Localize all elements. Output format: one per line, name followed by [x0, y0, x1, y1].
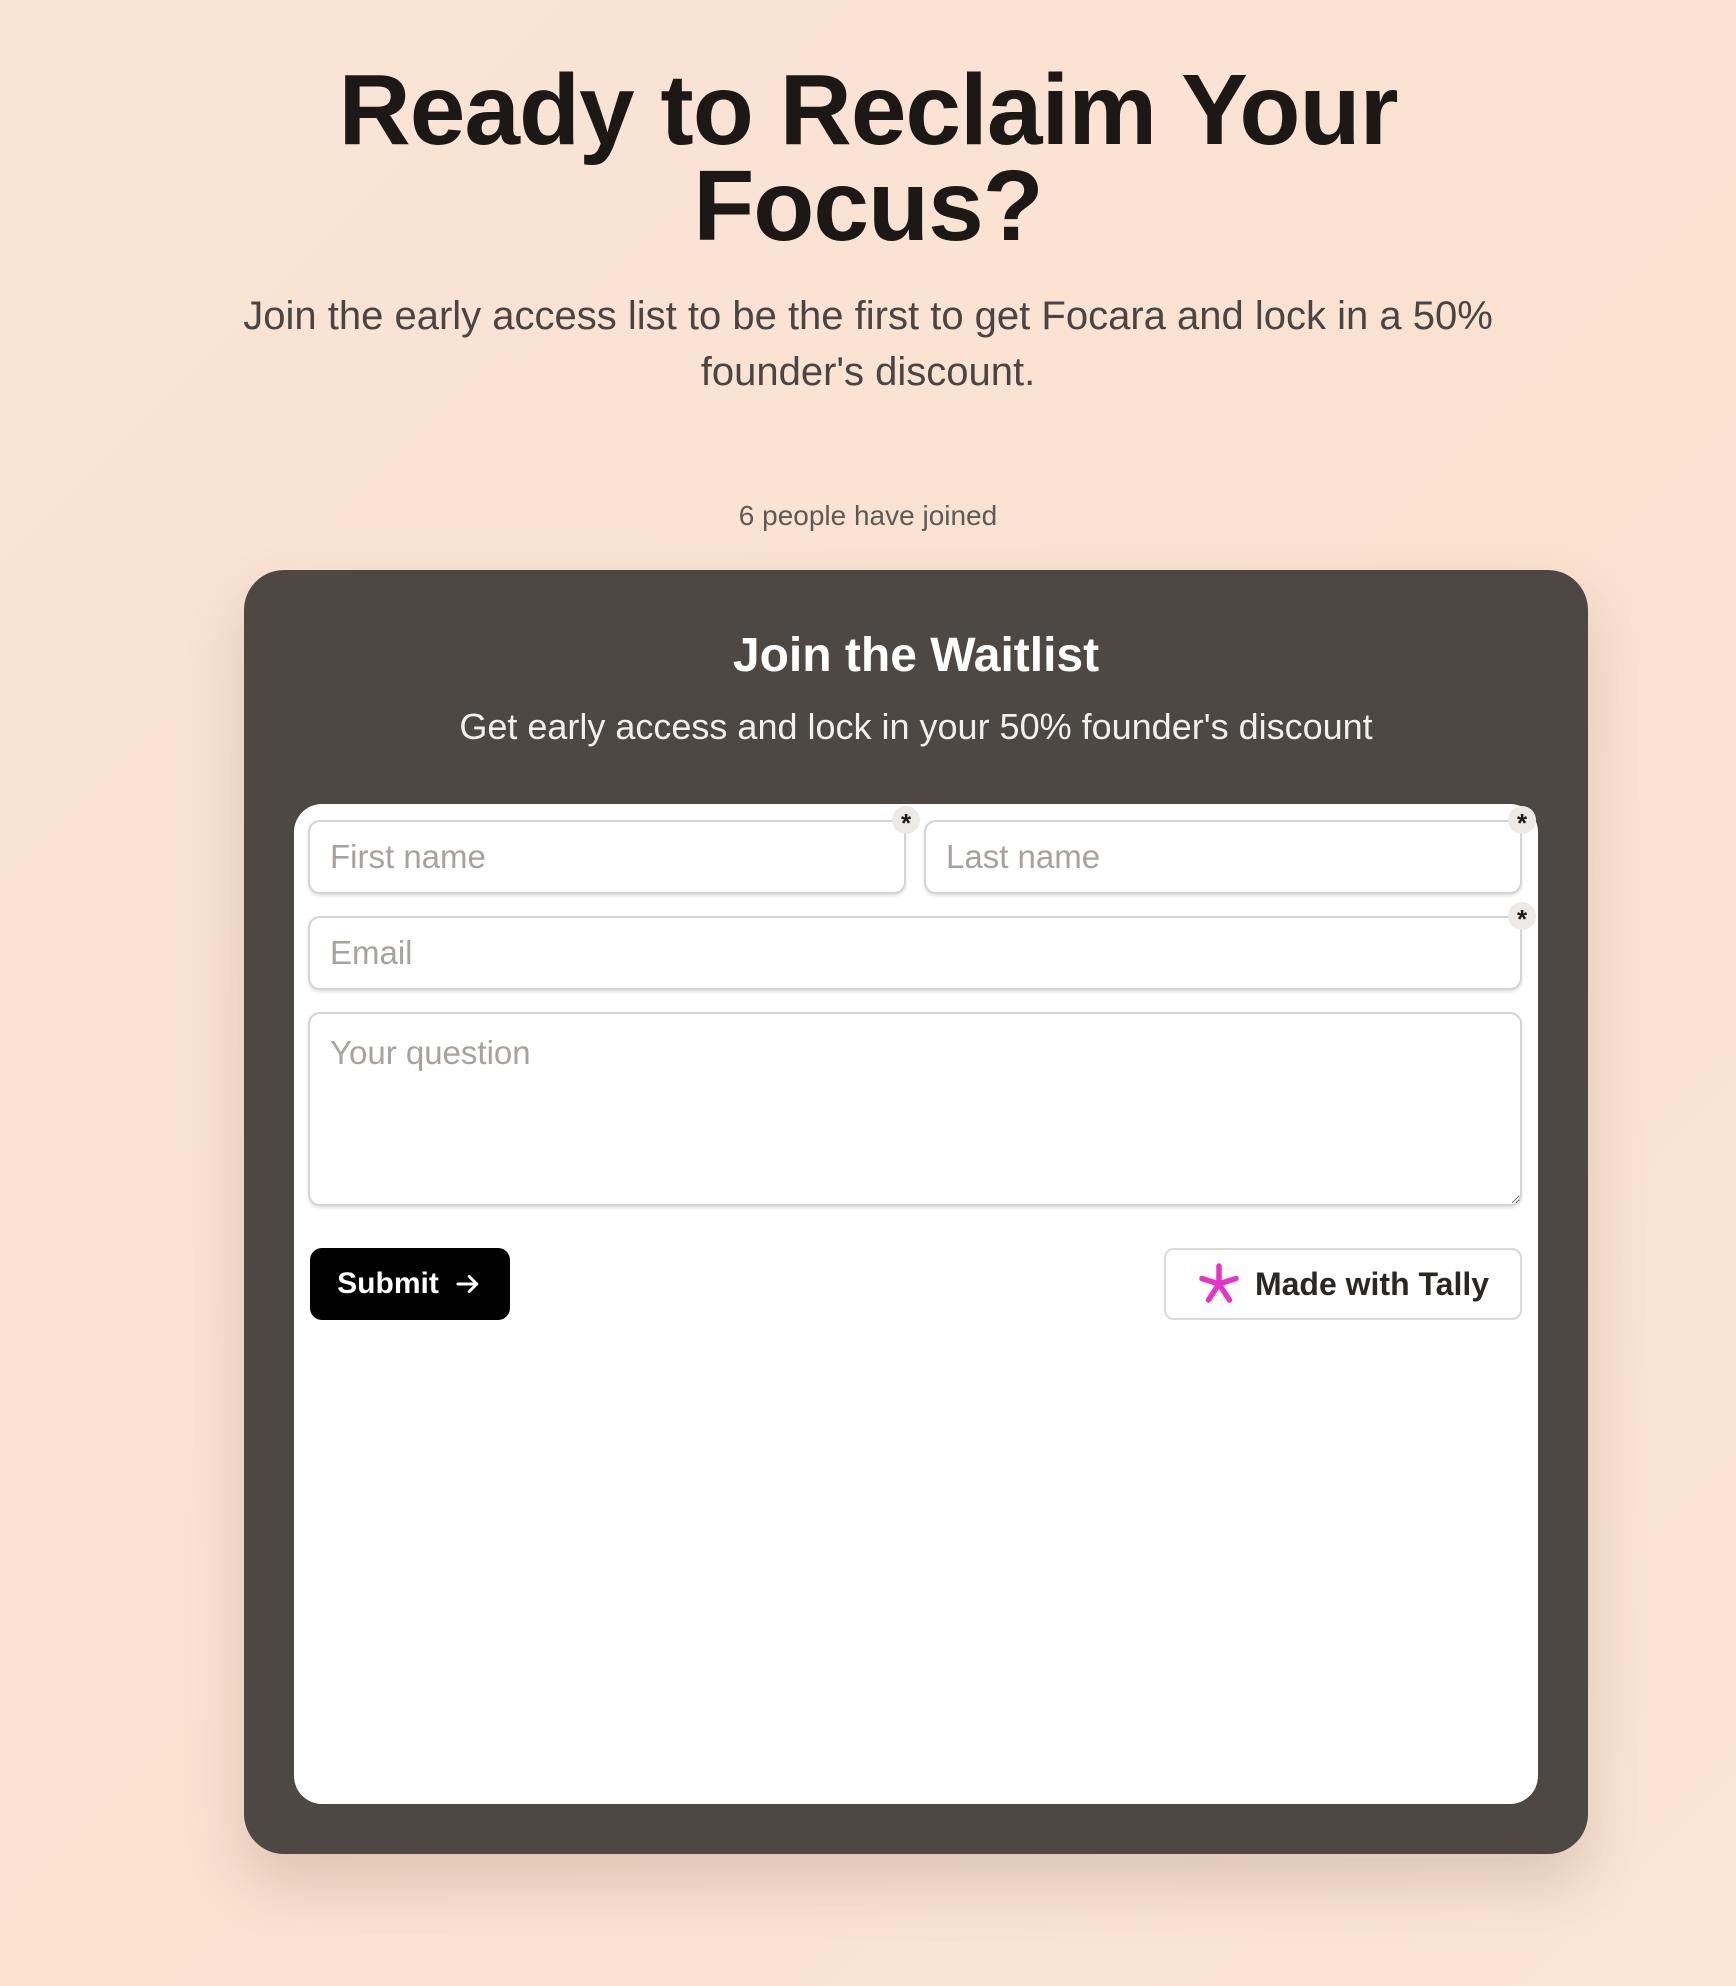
last-name-input[interactable]: [924, 820, 1522, 894]
waitlist-card: Join the Waitlist Get early access and l…: [244, 570, 1588, 1854]
page-title: Ready to Reclaim Your Focus?: [338, 54, 1399, 262]
waitlist-form: * * * Submit Made with Tal: [294, 804, 1538, 1804]
page-subtitle: Join the early access list to be the fir…: [243, 294, 1493, 394]
joined-counter: 6 people have joined: [738, 500, 998, 531]
waitlist-title: Join the Waitlist: [732, 629, 1100, 682]
email-input[interactable]: [308, 916, 1522, 990]
required-marker: *: [1508, 806, 1536, 838]
arrow-right-icon: [456, 1275, 479, 1293]
question-textarea[interactable]: [308, 1012, 1522, 1206]
made-with-tally-link[interactable]: Made with Tally: [1164, 1248, 1522, 1320]
required-marker: *: [1508, 902, 1536, 934]
required-marker: *: [892, 806, 920, 838]
waitlist-subtitle: Get early access and lock in your 50% fo…: [459, 706, 1373, 747]
tally-asterisk-icon: [1199, 1263, 1239, 1303]
tally-badge-label: Made with Tally: [1254, 1265, 1490, 1302]
first-name-input[interactable]: [308, 820, 906, 894]
submit-button[interactable]: Submit: [310, 1248, 510, 1320]
hero-section: Ready to Reclaim Your Focus? Join the ea…: [0, 54, 1736, 400]
submit-label: Submit: [337, 1267, 439, 1300]
